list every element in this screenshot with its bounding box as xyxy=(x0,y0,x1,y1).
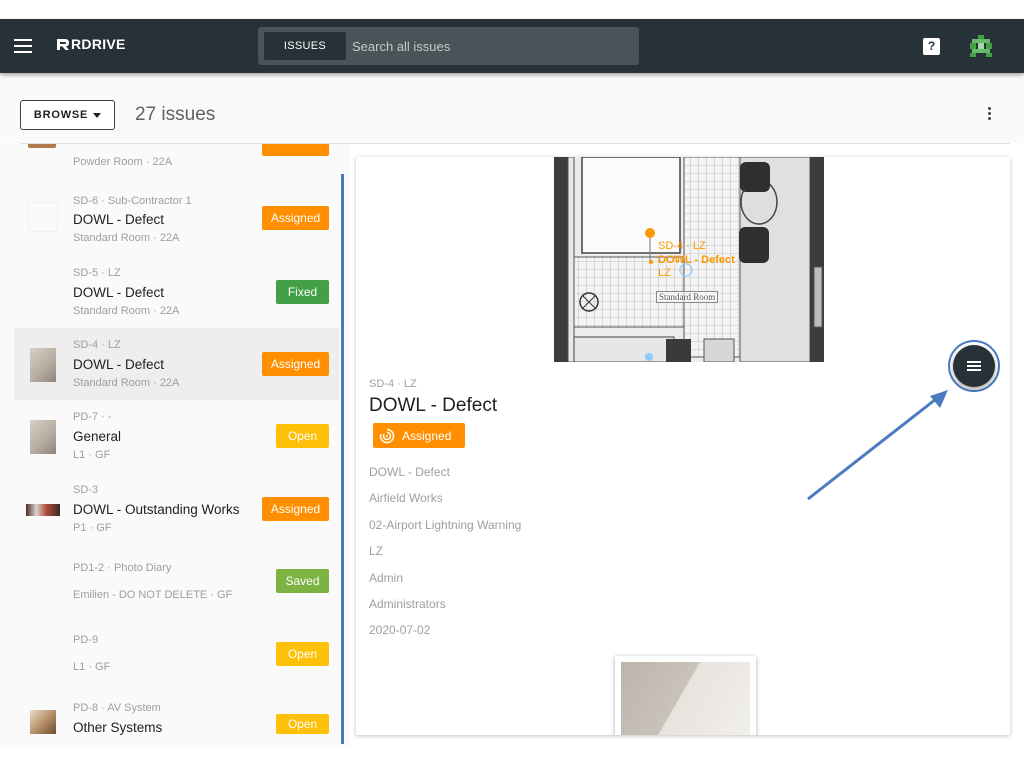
status-label: Assigned xyxy=(402,428,452,443)
fab-menu-icon xyxy=(953,345,995,387)
field-category: 02-Airport Lightning Warning xyxy=(369,518,522,532)
issue-photo-image xyxy=(621,662,750,735)
issue-location: Standard Room · 22A xyxy=(73,232,180,244)
issue-status-badge: Open xyxy=(276,714,329,734)
issue-title: DOWL - Defect xyxy=(73,357,165,372)
issue-list-item[interactable]: SD-6 · Sub-Contractor 1 DOWL - Defect St… xyxy=(14,184,339,256)
issue-photo[interactable] xyxy=(615,656,756,735)
issue-subtitle: PD1-2 · Photo Diary xyxy=(73,562,172,574)
issues-list[interactable]: Powder Room · 22A SD-6 · Sub-Contractor … xyxy=(0,144,350,748)
issue-location: L1 · GF xyxy=(73,449,111,461)
issue-status-badge: Saved xyxy=(276,569,329,593)
issue-list-item[interactable]: SD-3 DOWL - Outstanding Works P1 · GF As… xyxy=(14,472,339,544)
issue-list-item-selected[interactable]: SD-4 · LZ DOWL - Defect Standard Room · … xyxy=(14,328,339,400)
browse-label: BROWSE xyxy=(33,109,89,121)
issue-thumbnail xyxy=(28,144,56,148)
issue-detail-panel: SD-4 · LZ DOWL - Defect LZ Standard Room… xyxy=(356,157,1010,735)
field-trade: Airfield Works xyxy=(369,491,443,505)
assigned-status-icon xyxy=(379,427,395,443)
issue-title: Other Systems xyxy=(73,720,163,735)
issue-subtitle: SD-6 · Sub-Contractor 1 xyxy=(73,195,192,207)
issue-location: Standard Room · 22A xyxy=(73,305,180,317)
app-logo[interactable]: RDRIVE xyxy=(55,36,126,52)
search-input[interactable] xyxy=(352,38,632,54)
issue-title: DOWL - Defect xyxy=(73,285,165,300)
field-created-by: Admin xyxy=(369,571,404,585)
plan-pin-title: DOWL - Defect xyxy=(658,254,735,266)
field-group: Administrators xyxy=(369,597,446,611)
issue-thumbnail xyxy=(26,504,60,516)
menu-icon[interactable] xyxy=(14,39,32,53)
search-scope-button[interactable]: ISSUES xyxy=(264,32,346,60)
issue-status-badge: Assigned xyxy=(262,206,329,230)
issue-status-badge[interactable]: Assigned xyxy=(373,423,465,448)
field-assignee: LZ xyxy=(369,544,384,558)
issue-title: General xyxy=(73,429,122,444)
issue-title: DOWL - Defect xyxy=(369,395,498,416)
list-scrollbar[interactable] xyxy=(341,174,344,744)
rdrive-logo-icon xyxy=(57,39,69,50)
user-avatar-icon[interactable] xyxy=(968,33,994,59)
issue-location: L1 · GF xyxy=(73,661,111,673)
issue-location: Emilien - DO NOT DELETE · GF xyxy=(73,589,233,601)
browse-button[interactable]: BROWSE xyxy=(20,100,115,130)
issue-subtitle: SD-4 · LZ xyxy=(73,339,121,351)
issue-subtitle: PD-9 xyxy=(73,634,99,646)
issue-list-item[interactable]: PD-9 L1 · GF Open xyxy=(14,616,339,688)
issue-subtitle: PD-8 · AV System xyxy=(73,702,161,714)
issue-status-badge: Assigned xyxy=(262,497,329,521)
issue-list-item[interactable]: SD-5 · LZ DOWL - Defect Standard Room · … xyxy=(14,256,339,328)
issue-subtitle: PD-7 · - xyxy=(73,411,112,423)
brand-name: RDRIVE xyxy=(71,36,126,52)
field-date: 2020-07-02 xyxy=(369,623,431,637)
issue-thumbnail xyxy=(30,348,56,382)
issue-title: DOWL - Defect xyxy=(73,212,165,227)
more-vert-icon[interactable] xyxy=(985,107,993,123)
issue-location: Standard Room · 22A xyxy=(73,377,180,389)
issue-thumbnail xyxy=(30,710,56,734)
plan-room-label: Standard Room xyxy=(656,291,719,303)
floor-plan-image[interactable]: SD-4 · LZ DOWL - Defect LZ Standard Room xyxy=(554,157,824,362)
issue-subtitle: SD-5 · LZ xyxy=(73,267,121,279)
issue-location: P1 · GF xyxy=(73,522,112,534)
issue-status-badge xyxy=(262,144,329,156)
issue-subtitle: SD-4 · LZ xyxy=(369,378,417,390)
issue-status-badge: Fixed xyxy=(276,280,329,304)
issue-status-badge: Assigned xyxy=(262,352,329,376)
issue-location: Powder Room · 22A xyxy=(73,156,173,168)
issue-status-badge: Open xyxy=(276,642,329,666)
issue-list-item[interactable]: PD1-2 · Photo Diary Emilien - DO NOT DEL… xyxy=(14,544,339,616)
issues-toolbar: BROWSE 27 issues xyxy=(0,73,1024,143)
issue-subtitle: SD-3 xyxy=(73,484,99,496)
plan-pin-label: SD-4 · LZ xyxy=(658,240,706,252)
field-issue-type: DOWL - Defect xyxy=(369,465,450,479)
issue-title: DOWL - Outstanding Works xyxy=(73,502,240,517)
issue-list-item[interactable]: PD-8 · AV System Other Systems Open xyxy=(14,688,339,748)
issue-count: 27 issues xyxy=(135,104,216,125)
dropdown-caret-icon xyxy=(93,112,102,118)
issue-status-badge: Open xyxy=(276,424,329,448)
app-bar: RDRIVE ISSUES ? xyxy=(0,19,1024,73)
help-icon[interactable]: ? xyxy=(923,38,940,55)
plan-pin-assignee: LZ xyxy=(658,267,671,279)
issue-thumbnail xyxy=(28,202,58,232)
issue-thumbnail xyxy=(30,420,56,454)
search-bar: ISSUES xyxy=(258,27,639,65)
issue-list-item[interactable]: PD-7 · - General L1 · GF Open xyxy=(14,400,339,472)
fab-menu-button[interactable] xyxy=(948,340,1000,392)
issue-list-item[interactable]: Powder Room · 22A xyxy=(14,144,339,168)
